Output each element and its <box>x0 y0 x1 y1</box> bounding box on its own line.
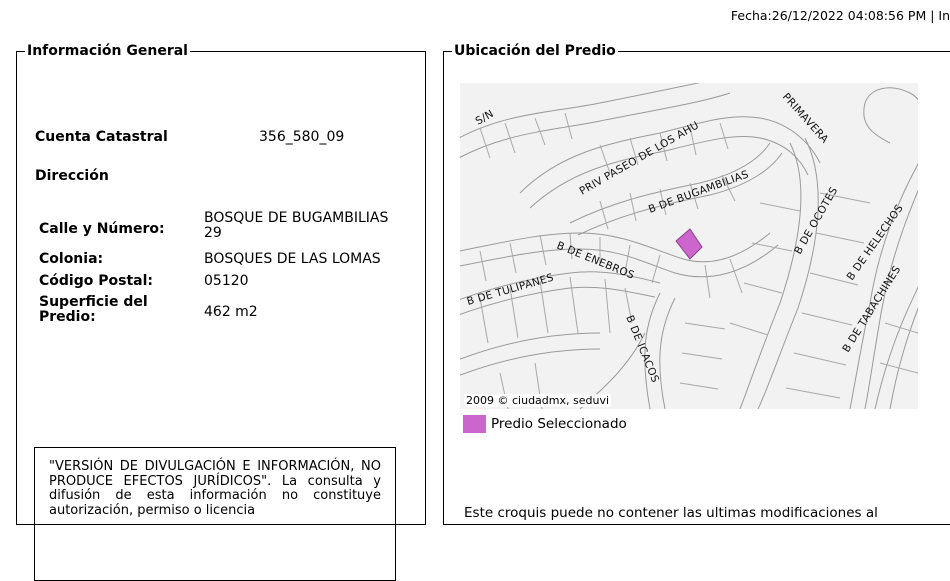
superficie-label-line2: Predio: <box>39 309 96 325</box>
calle-value-line1: BOSQUE DE BUGAMBILIAS <box>204 210 389 226</box>
superficie-value: 462 m2 <box>204 304 258 320</box>
general-info-panel: Información General Cuenta Catastral 356… <box>16 43 426 581</box>
location-legend: Ubicación del Predio <box>454 43 616 59</box>
location-panel: Ubicación del Predio S/N PRIV PASEO DE L… <box>443 43 950 525</box>
cuenta-catastral-value: 356_580_09 <box>259 129 345 145</box>
superficie-label: Superficie del Predio: <box>39 295 148 325</box>
predio-legend-swatch <box>463 415 486 433</box>
map-canvas: S/N PRIV PASEO DE LOS AHU PRIMAVERA B DE… <box>460 83 918 409</box>
map-note: Este croquis puede no contener las ultim… <box>464 505 878 521</box>
codigo-postal-label: Código Postal: <box>39 273 153 289</box>
map-copyright: 2009 © ciudadmx, seduvi <box>464 394 612 407</box>
calle-value-line2: 29 <box>204 225 222 241</box>
colonia-label: Colonia: <box>39 251 104 267</box>
general-info-legend: Información General <box>27 43 188 59</box>
superficie-label-line1: Superficie del <box>39 294 148 310</box>
location-map[interactable]: S/N PRIV PASEO DE LOS AHU PRIMAVERA B DE… <box>460 83 918 409</box>
codigo-postal-value: 05120 <box>204 273 249 289</box>
calle-label: Calle y Número: <box>39 221 165 237</box>
direccion-heading: Dirección <box>35 168 109 184</box>
cuenta-catastral-label: Cuenta Catastral <box>35 129 168 145</box>
calle-value: BOSQUE DE BUGAMBILIAS 29 <box>204 211 388 241</box>
predio-legend-label: Predio Seleccionado <box>491 416 627 432</box>
date-timestamp: Fecha:26/12/2022 04:08:56 PM | In <box>730 8 950 23</box>
colonia-value: BOSQUES DE LAS LOMAS <box>204 251 381 267</box>
disclaimer-box: "VERSIÓN DE DIVULGACIÓN E INFORMACIÓN, N… <box>34 447 396 581</box>
